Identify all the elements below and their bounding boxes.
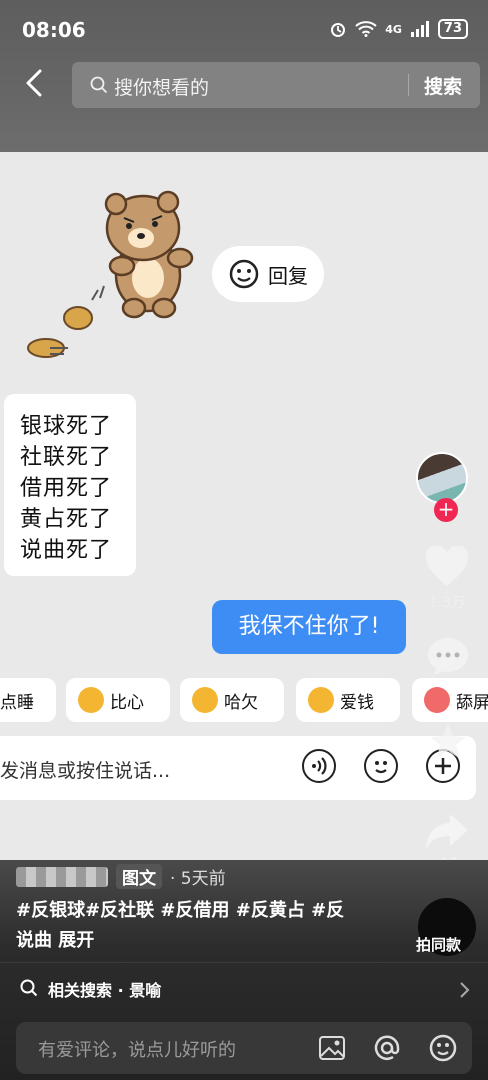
chip-heart[interactable]: 比心 bbox=[66, 678, 170, 722]
alarm-icon bbox=[331, 23, 346, 37]
search-icon bbox=[20, 979, 38, 997]
post-type-tag: 图文 bbox=[116, 864, 162, 889]
post-time: · 5天前 bbox=[170, 869, 226, 889]
chip-money[interactable]: 爱钱 bbox=[296, 678, 400, 722]
search-bar[interactable]: 搜你想看的 搜索 bbox=[72, 62, 480, 108]
back-icon[interactable] bbox=[22, 68, 48, 98]
comment-bar[interactable]: 有爱评论，说点儿好听的 bbox=[16, 1022, 472, 1074]
post-description[interactable]: #反银球#反社联 #反借用 #反黄占 #反说曲 展开 bbox=[16, 896, 356, 956]
status-icons: 4G 73 bbox=[329, 19, 468, 39]
chip-label: 点睡 bbox=[0, 692, 34, 713]
chip-label: 爱钱 bbox=[340, 692, 374, 713]
chip-label: 比心 bbox=[110, 692, 144, 713]
like-count: 1.3万 bbox=[428, 595, 466, 611]
message-line: 说曲死了 bbox=[20, 538, 113, 563]
reaction-chips: 点睡 比心 哈欠 爱钱 舔屏 bbox=[0, 678, 488, 722]
heart-eyes-emoji-icon bbox=[424, 687, 450, 713]
heart-icon[interactable] bbox=[424, 546, 470, 588]
author-name-redacted bbox=[16, 866, 108, 887]
battery-indicator: 73 bbox=[437, 19, 468, 39]
smiley-icon bbox=[375, 761, 387, 774]
chevron-right-icon bbox=[460, 982, 470, 998]
at-icon[interactable] bbox=[372, 1033, 402, 1063]
voice-button[interactable] bbox=[302, 749, 336, 783]
search-button[interactable]: 搜索 bbox=[424, 72, 462, 99]
sent-message: 我保不住你了! bbox=[212, 600, 406, 654]
comment-icon[interactable] bbox=[426, 636, 470, 676]
message-line: 社联死了 bbox=[20, 445, 113, 470]
signal-icon bbox=[410, 21, 429, 37]
follow-plus-icon[interactable]: + bbox=[434, 498, 458, 522]
related-search-label: 相关搜索 · 景喻 bbox=[48, 981, 162, 1000]
same-style-label[interactable]: 拍同款 bbox=[416, 934, 461, 955]
message-input-bar[interactable]: 发消息或按住说话... bbox=[0, 736, 476, 800]
chip-nap[interactable]: 点睡 bbox=[0, 678, 56, 722]
status-time: 08:06 bbox=[22, 18, 86, 42]
related-search[interactable]: 相关搜索 · 景喻 bbox=[0, 962, 488, 1013]
wifi-icon bbox=[355, 21, 377, 37]
star-icon[interactable] bbox=[428, 722, 468, 760]
voice-icon bbox=[312, 757, 327, 775]
reply-label: 回复 bbox=[268, 263, 308, 288]
smiley-icon[interactable] bbox=[428, 1033, 458, 1063]
post-info-panel: 图文 · 5天前 #反银球#反社联 #反借用 #反黄占 #反说曲 展开 拍同款 … bbox=[0, 860, 488, 1080]
money-emoji-icon bbox=[308, 687, 334, 713]
chip-label: 哈欠 bbox=[224, 692, 258, 713]
received-message: 银球死了 社联死了 借用死了 黄占死了 说曲死了 bbox=[4, 394, 136, 576]
image-icon[interactable] bbox=[318, 1035, 346, 1061]
chip-label: 舔屏 bbox=[456, 692, 488, 713]
reply-button[interactable]: 回复 bbox=[212, 246, 324, 302]
chip-yawn[interactable]: 哈欠 bbox=[180, 678, 284, 722]
share-icon[interactable] bbox=[424, 812, 470, 852]
search-divider bbox=[408, 74, 409, 96]
bear-sticker bbox=[27, 190, 194, 358]
message-line: 黄占死了 bbox=[20, 507, 113, 532]
status-bar: 08:06 4G 73 bbox=[0, 0, 488, 56]
heart-hands-emoji-icon bbox=[78, 687, 104, 713]
smiley-icon bbox=[229, 259, 259, 289]
message-line: 借用死了 bbox=[20, 476, 113, 501]
comment-input[interactable]: 有爱评论，说点儿好听的 bbox=[38, 1036, 236, 1062]
author-row[interactable]: 图文 · 5天前 bbox=[16, 864, 226, 889]
chip-lick[interactable]: 舔屏 bbox=[412, 678, 488, 722]
search-input[interactable]: 搜你想看的 bbox=[114, 73, 209, 100]
search-icon bbox=[90, 76, 108, 94]
yawn-emoji-icon bbox=[192, 687, 218, 713]
message-line: 银球死了 bbox=[20, 414, 113, 439]
message-input[interactable]: 发消息或按住说话... bbox=[0, 756, 170, 783]
top-header: 08:06 4G 73 搜你想看的 搜索 bbox=[0, 0, 488, 152]
emoji-button[interactable] bbox=[364, 749, 398, 783]
network-label: 4G bbox=[385, 22, 402, 36]
